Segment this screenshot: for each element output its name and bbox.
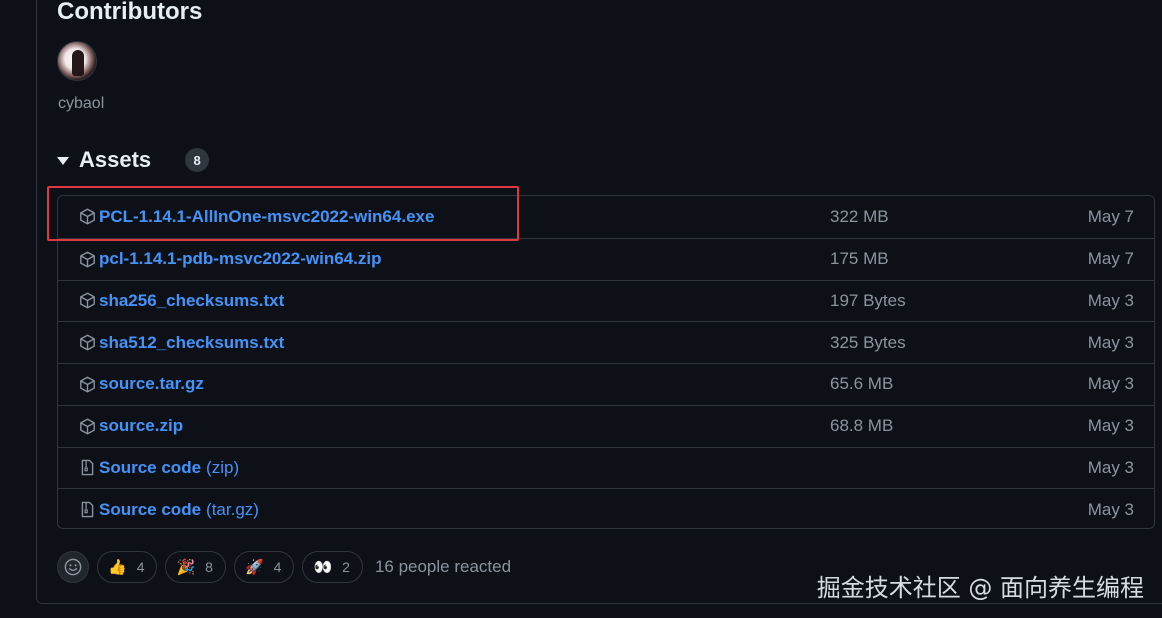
asset-date: May 3 — [1087, 374, 1134, 394]
rocket-icon: 🚀 — [244, 558, 264, 576]
assets-heading: Assets — [79, 147, 152, 172]
asset-name: Source code — [99, 457, 202, 477]
asset-row: sha512_checksums.txt 325 Bytes May 3 — [58, 321, 1154, 363]
asset-link[interactable]: pcl-1.14.1-pdb-msvc2022-win64.zip — [99, 249, 387, 269]
asset-row: PCL-1.14.1-AllInOne-msvc2022-win64.exe 32… — [58, 196, 1154, 238]
asset-date: May 7 — [1087, 206, 1134, 226]
file-zip-icon — [78, 459, 96, 477]
asset-link[interactable]: sha512_checksums.txt — [99, 333, 289, 353]
package-icon — [78, 292, 96, 310]
caret-down-icon — [57, 157, 69, 165]
asset-row: sha256_checksums.txt 197 Bytes May 3 — [58, 279, 1154, 322]
asset-date: May 7 — [1087, 249, 1134, 269]
reaction-button[interactable]: 👀 2 — [302, 551, 363, 583]
reaction-button[interactable]: 👍 4 — [97, 551, 158, 583]
reactions-summary: 16 people reacted — [374, 557, 512, 576]
eyes-icon: 👀 — [313, 558, 333, 576]
asset-link[interactable]: source.zip — [99, 416, 188, 436]
assets-count-badge: 8 — [185, 148, 210, 172]
assets-toggle[interactable]: Assets 8 — [57, 145, 210, 175]
asset-name: PCL-1.14.1-AllInOne-msvc2022-win64.exe — [99, 206, 435, 226]
reactions-bar: 👍 4 🎉 8 🚀 4 👀 2 16 people reacted — [57, 551, 511, 583]
add-reaction-button[interactable] — [57, 551, 89, 583]
asset-row: pcl-1.14.1-pdb-msvc2022-win64.zip 175 MB M… — [58, 237, 1154, 280]
asset-link[interactable]: source.tar.gz — [99, 374, 209, 394]
asset-size: 322 MB — [830, 206, 889, 226]
asset-link[interactable]: Source code (zip) — [99, 458, 239, 478]
release-page: Contributors cybaol Assets 8 PCL-1.14.1-… — [0, 0, 1162, 618]
file-zip-icon — [78, 501, 96, 519]
asset-date: May 3 — [1087, 290, 1134, 310]
watermark: 掘金技术社区 @ 面向养生编程 — [816, 574, 1144, 602]
asset-name: source.tar.gz — [99, 374, 204, 394]
asset-row: Source code (zip) May 3 — [58, 446, 1154, 489]
asset-suffix: (zip) — [206, 457, 240, 477]
reaction-count: 4 — [136, 559, 145, 575]
package-icon — [78, 334, 96, 352]
package-icon — [78, 208, 96, 226]
asset-link[interactable]: sha256_checksums.txt — [99, 291, 289, 311]
asset-date: May 3 — [1087, 332, 1134, 352]
asset-size: 325 Bytes — [830, 332, 906, 352]
package-icon — [78, 375, 96, 393]
asset-size: 175 MB — [830, 249, 889, 269]
asset-date: May 3 — [1087, 416, 1134, 436]
asset-date: May 3 — [1087, 499, 1134, 519]
asset-name: sha256_checksums.txt — [99, 290, 285, 310]
contributors-heading: Contributors — [57, 0, 203, 25]
reaction-count: 4 — [273, 559, 282, 575]
reaction-button[interactable]: 🎉 8 — [165, 551, 226, 583]
reaction-count: 2 — [342, 559, 350, 575]
package-icon — [78, 250, 96, 268]
asset-size: 65.6 MB — [830, 374, 894, 394]
smiley-icon — [64, 558, 82, 576]
asset-row: Source code (tar.gz) May 3 — [58, 488, 1154, 528]
asset-link[interactable]: PCL-1.14.1-AllInOne-msvc2022-win64.exe — [99, 207, 439, 227]
asset-size: 68.8 MB — [830, 416, 894, 436]
party-icon: 🎉 — [176, 558, 196, 576]
asset-name: sha512_checksums.txt — [99, 332, 285, 352]
asset-row: source.zip 68.8 MB May 3 — [58, 404, 1154, 447]
asset-name: source.zip — [99, 416, 184, 436]
package-icon — [78, 417, 96, 435]
asset-row: source.tar.gz 65.6 MB May 3 — [58, 363, 1154, 405]
asset-link[interactable]: Source code (tar.gz) — [99, 500, 259, 520]
contributor-name[interactable]: cybaol — [58, 95, 104, 113]
contributor-avatar[interactable] — [57, 41, 97, 81]
assets-list: PCL-1.14.1-AllInOne-msvc2022-win64.exe 32… — [57, 195, 1155, 529]
asset-suffix: (tar.gz) — [206, 499, 259, 519]
asset-name: pcl-1.14.1-pdb-msvc2022-win64.zip — [99, 249, 382, 269]
asset-date: May 3 — [1087, 457, 1134, 477]
thumbs-up-icon: 👍 — [108, 558, 127, 576]
asset-size: 197 Bytes — [830, 290, 906, 310]
reaction-count: 8 — [205, 559, 213, 575]
asset-name: Source code — [99, 499, 202, 519]
reaction-button[interactable]: 🚀 4 — [233, 551, 295, 583]
